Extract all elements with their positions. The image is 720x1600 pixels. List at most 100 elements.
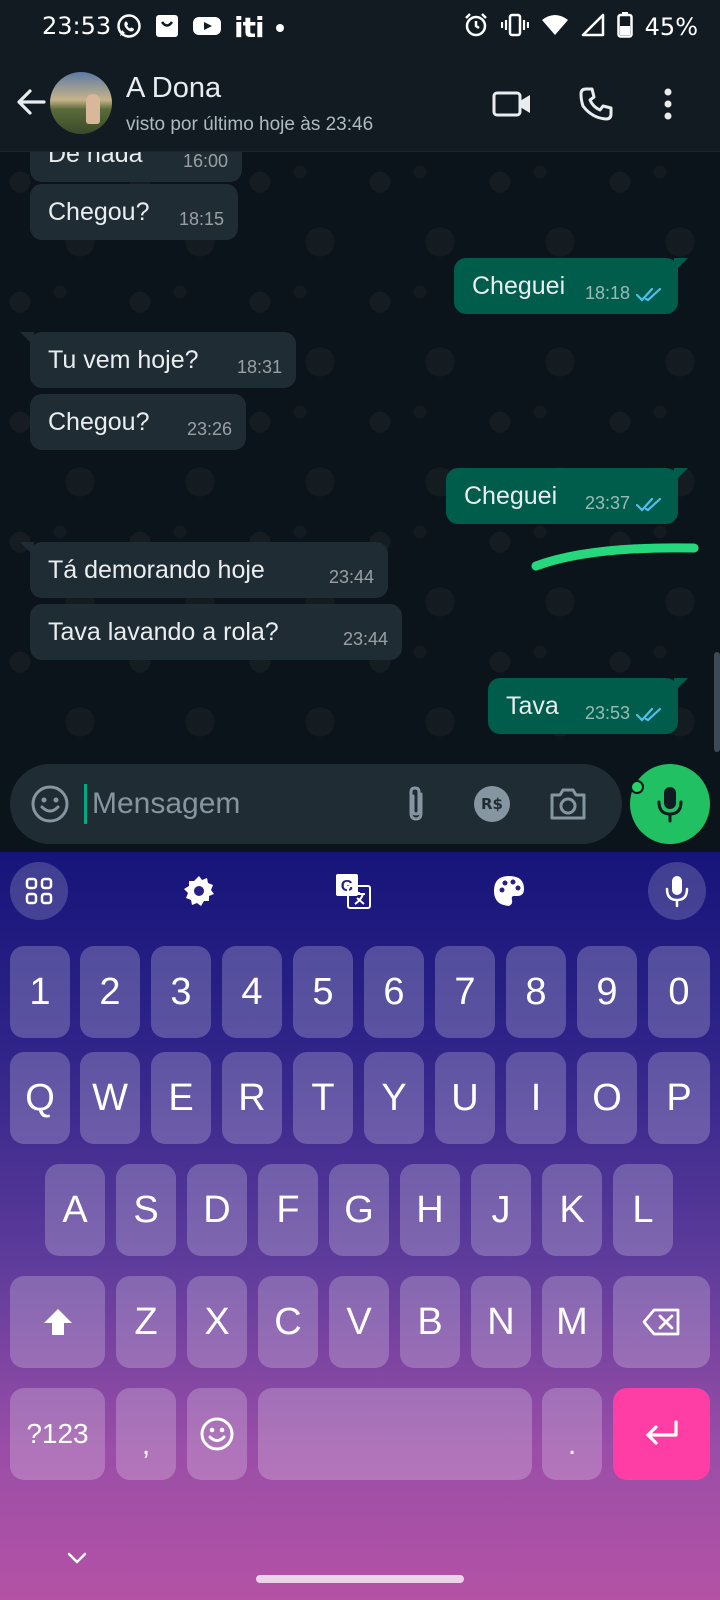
message-outgoing[interactable]: Cheguei 23:37 <box>446 468 688 524</box>
message-text: Cheguei <box>472 271 566 300</box>
emoji-button[interactable] <box>28 782 72 826</box>
kb-voice-input-button[interactable] <box>648 862 706 920</box>
contact-name[interactable]: A Dona <box>126 72 221 105</box>
key-w[interactable]: W <box>80 1052 140 1144</box>
voice-call-button[interactable] <box>574 82 618 126</box>
key-d[interactable]: D <box>187 1164 247 1256</box>
key-8[interactable]: 8 <box>506 946 566 1038</box>
key-q[interactable]: Q <box>10 1052 70 1144</box>
emoji-key[interactable] <box>187 1388 247 1480</box>
camera-button[interactable] <box>546 782 590 826</box>
message-incoming[interactable]: De nada 16:00 <box>30 152 242 182</box>
message-input[interactable] <box>92 778 392 830</box>
key-6[interactable]: 6 <box>364 946 424 1038</box>
emoji-face-icon <box>200 1417 234 1451</box>
back-arrow-icon <box>17 89 46 115</box>
palette-icon <box>494 876 524 906</box>
message-incoming[interactable]: Chegou? 23:26 <box>30 394 246 450</box>
shift-key[interactable] <box>10 1276 105 1368</box>
settings-gear-icon <box>184 876 214 906</box>
key-b[interactable]: B <box>400 1276 460 1368</box>
key-z[interactable]: Z <box>116 1276 176 1368</box>
comma-key[interactable]: , <box>116 1388 176 1480</box>
key-v[interactable]: V <box>329 1276 389 1368</box>
key-u[interactable]: U <box>435 1052 495 1144</box>
key-x[interactable]: X <box>187 1276 247 1368</box>
last-seen-status[interactable]: visto por último hoje às 23:46 <box>126 114 373 136</box>
message-incoming[interactable]: Tu vem hoje? 18:31 <box>20 332 296 388</box>
key-0[interactable]: 0 <box>648 946 710 1038</box>
key-c[interactable]: C <box>258 1276 318 1368</box>
translate-icon: G <box>336 874 371 909</box>
notification-icons: iti <box>116 13 284 43</box>
kb-settings-button[interactable] <box>170 862 228 920</box>
key-y[interactable]: Y <box>364 1052 424 1144</box>
signal-icon <box>581 13 605 41</box>
key-m[interactable]: M <box>542 1276 602 1368</box>
message-outgoing[interactable]: Tava 23:53 <box>488 678 688 734</box>
more-options-button[interactable] <box>646 82 690 126</box>
message-incoming[interactable]: Chegou? 18:15 <box>30 184 238 240</box>
hide-keyboard-chevron-icon[interactable] <box>62 1548 92 1568</box>
chat-scrollbar[interactable] <box>714 652 720 752</box>
backspace-key[interactable] <box>613 1276 710 1368</box>
key-4[interactable]: 4 <box>222 946 282 1038</box>
message-time: 18:15 <box>178 209 224 229</box>
whatsapp-icon <box>116 13 142 43</box>
key-f[interactable]: F <box>258 1164 318 1256</box>
apps-grid-icon <box>25 877 53 905</box>
symbols-key[interactable]: ?123 <box>10 1388 105 1480</box>
key-l[interactable]: L <box>613 1164 673 1256</box>
back-button[interactable] <box>12 82 52 122</box>
space-key[interactable] <box>258 1388 532 1480</box>
message-text: Tá demorando hoje <box>48 555 265 584</box>
key-a[interactable]: A <box>45 1164 105 1256</box>
period-key[interactable]: . <box>542 1388 602 1480</box>
key-r[interactable]: R <box>222 1052 282 1144</box>
message-time: 18:31 <box>236 357 282 377</box>
attach-button[interactable] <box>394 782 438 826</box>
voice-message-button[interactable] <box>630 764 710 844</box>
key-j[interactable]: J <box>471 1164 531 1256</box>
kb-translate-button[interactable]: G <box>324 862 382 920</box>
key-5[interactable]: 5 <box>293 946 353 1038</box>
text-cursor <box>84 784 87 824</box>
chat-messages-area[interactable]: De nada 16:00 Chegou? 18:15 Cheguei 18:1… <box>0 152 720 754</box>
message-time: 23:44 <box>342 629 388 649</box>
message-outgoing[interactable]: Cheguei 18:18 <box>454 258 688 314</box>
read-receipt-icon <box>636 287 662 302</box>
chat-header: A Dona visto por último hoje às 23:46 <box>0 56 720 152</box>
contact-avatar[interactable] <box>50 72 112 134</box>
key-i[interactable]: I <box>506 1052 566 1144</box>
key-p[interactable]: P <box>648 1052 710 1144</box>
key-2[interactable]: 2 <box>80 946 140 1038</box>
key-3[interactable]: 3 <box>151 946 211 1038</box>
key-o[interactable]: O <box>577 1052 637 1144</box>
key-1[interactable]: 1 <box>10 946 70 1038</box>
gesture-nav-handle[interactable] <box>256 1575 464 1583</box>
enter-key[interactable] <box>613 1388 710 1480</box>
key-7[interactable]: 7 <box>435 946 495 1038</box>
attach-icon <box>409 786 423 821</box>
video-call-button[interactable] <box>490 82 534 126</box>
status-bar: 23:53 iti 45% <box>0 0 720 56</box>
key-k[interactable]: K <box>542 1164 602 1256</box>
kb-apps-button[interactable] <box>10 862 68 920</box>
message-time: 23:53 <box>584 703 630 723</box>
message-incoming[interactable]: Tá demorando hoje 23:44 <box>20 542 388 598</box>
message-incoming[interactable]: Tava lavando a rola? 23:44 <box>30 604 402 660</box>
enter-arrow-icon <box>645 1420 678 1445</box>
key-9[interactable]: 9 <box>577 946 637 1038</box>
key-h[interactable]: H <box>400 1164 460 1256</box>
message-text: Tu vem hoje? <box>48 345 199 374</box>
camera-icon <box>550 788 586 820</box>
key-e[interactable]: E <box>151 1052 211 1144</box>
key-n[interactable]: N <box>471 1276 531 1368</box>
message-text: Cheguei <box>464 481 558 510</box>
key-g[interactable]: G <box>329 1164 389 1256</box>
drawn-highlight-stroke <box>531 543 699 571</box>
key-t[interactable]: T <box>293 1052 353 1144</box>
pix-payment-button[interactable]: R$ <box>470 782 514 826</box>
key-s[interactable]: S <box>116 1164 176 1256</box>
kb-theme-button[interactable] <box>480 862 538 920</box>
